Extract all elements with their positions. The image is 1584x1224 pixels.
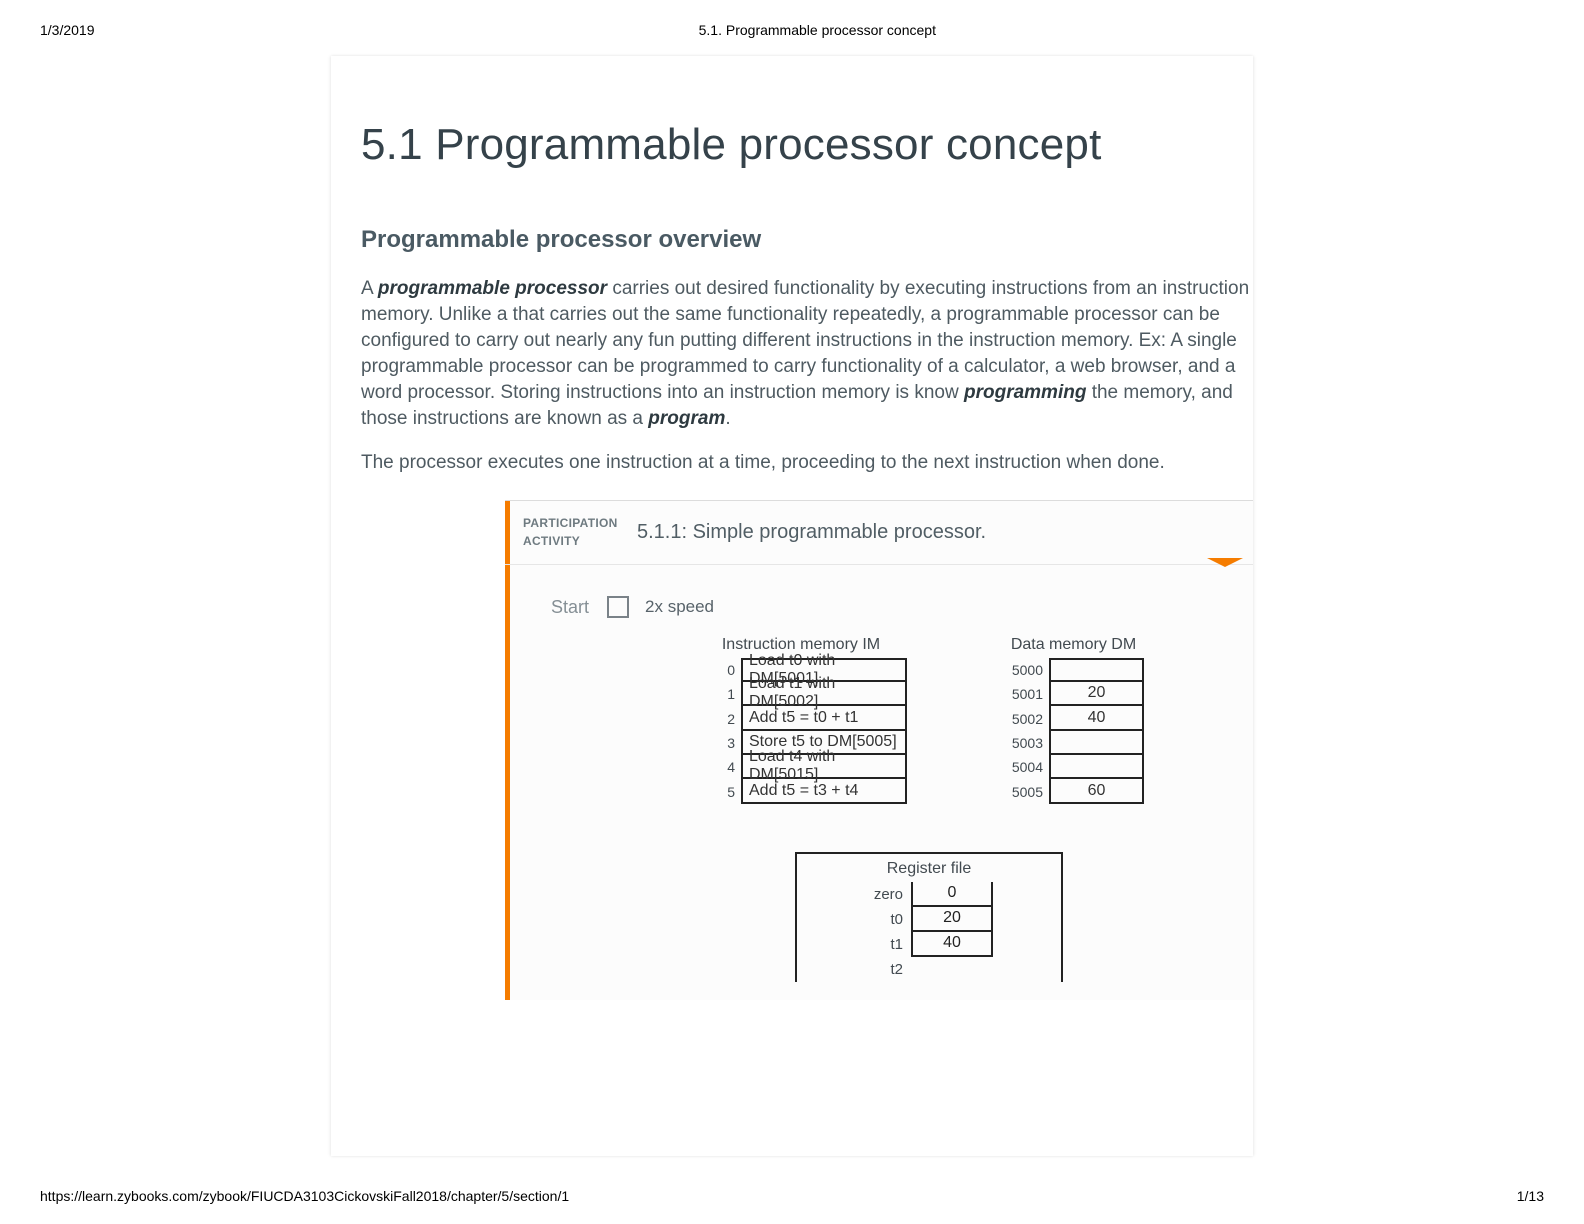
page-content: 5.1 Programmable processor concept Progr… [331,56,1253,1156]
instruction-memory: Instruction memory IM 0Load t0 with DM[5… [695,636,907,804]
im-row: 5Add t5 = t3 + t4 [695,779,907,803]
start-button[interactable]: Start [549,593,591,622]
im-row: 4Load t4 with DM[5015] [695,755,907,779]
rf-row: t140 [835,932,1023,957]
im-row: 2Add t5 = t0 + t1 [695,706,907,730]
speed-label: 2x speed [645,597,714,617]
dm-row: 500240 [1003,706,1144,730]
im-row: 1Load t1 with DM[5002] [695,682,907,706]
dm-title: Data memory DM [1003,636,1144,654]
paragraph-2: The processor executes one instruction a… [361,450,1253,476]
activity-title: 5.1.1: Simple programmable processor. [637,521,986,544]
print-url: https://learn.zybooks.com/zybook/FIUCDA3… [40,1188,569,1204]
dm-row: 5004 [1003,755,1144,779]
activity-type-label: PARTICIPATIONACTIVITY [523,515,631,550]
rf-row: t020 [835,907,1023,932]
print-page-number: 1/13 [1517,1188,1544,1204]
dm-row: 5003 [1003,731,1144,755]
speed-checkbox[interactable] [607,596,629,618]
print-doc-title: 5.1. Programmable processor concept [95,22,1541,38]
section-heading: Programmable processor overview [361,226,1253,254]
print-footer: https://learn.zybooks.com/zybook/FIUCDA3… [40,1188,1544,1204]
activity-body: Start 2x speed Instruction memory IM 0Lo… [505,565,1253,1000]
chevron-down-icon[interactable] [1207,558,1243,567]
rf-row: zero0 [835,882,1023,907]
activity-controls: Start 2x speed [549,593,1235,622]
dm-row: 5000 [1003,658,1144,682]
participation-activity: PARTICIPATIONACTIVITY 5.1.1: Simple prog… [505,500,1253,1000]
page-title: 5.1 Programmable processor concept [361,120,1253,170]
register-file: Register file zero0 t020 t140 t2 [795,852,1063,982]
rf-row: t2 [835,957,1023,982]
dm-row: 500560 [1003,779,1144,803]
paragraph-1: A programmable processor carries out des… [361,276,1253,432]
data-memory: Data memory DM 5000 500120 500240 5003 5… [1003,636,1144,804]
activity-header: PARTICIPATIONACTIVITY 5.1.1: Simple prog… [505,501,1253,565]
print-date: 1/3/2019 [40,22,95,38]
rf-title: Register file [835,860,1023,878]
dm-row: 500120 [1003,682,1144,706]
print-header: 1/3/2019 5.1. Programmable processor con… [0,0,1584,38]
